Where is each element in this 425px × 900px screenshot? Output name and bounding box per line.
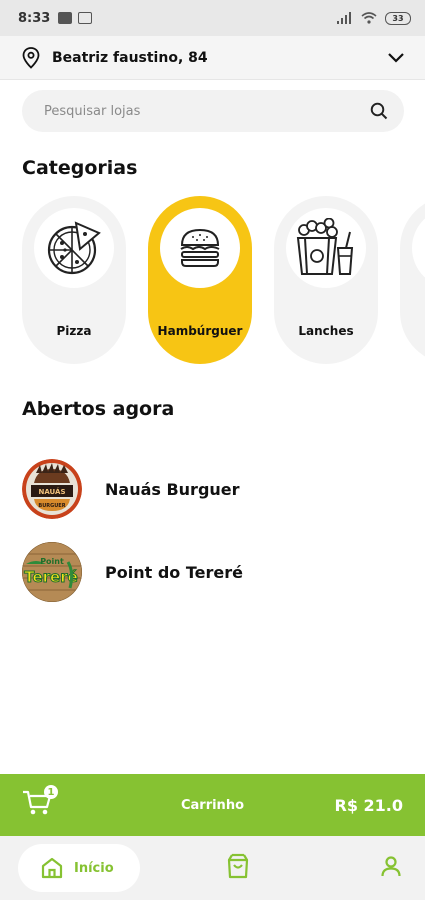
category-icon-circle: [412, 208, 425, 288]
search-icon[interactable]: [370, 102, 388, 120]
categories-list: Pizza Hambúrguer Lanches: [22, 196, 425, 364]
nav-home-tab[interactable]: Início: [18, 844, 140, 892]
category-label: Di: [409, 322, 425, 340]
category-pizza[interactable]: Pizza: [22, 196, 126, 364]
store-name: Nauás Burguer: [105, 479, 240, 499]
cart-total: R$ 21.0: [334, 795, 404, 815]
wifi-icon: [361, 12, 377, 24]
bottom-nav: Início: [0, 836, 425, 900]
location-pin-icon: [22, 46, 40, 69]
shopping-bag-icon: [227, 853, 249, 879]
category-icon-circle: [160, 208, 240, 288]
screen-icon: [78, 12, 93, 24]
burger-icon: [180, 228, 220, 267]
address-text: Beatriz faustino, 84: [52, 49, 208, 66]
nav-profile-tab[interactable]: [379, 854, 403, 882]
category-icon-circle: [34, 208, 114, 288]
search-input[interactable]: [44, 103, 370, 119]
store-item[interactable]: NAUÁS BURGUER Nauás Burguer: [22, 459, 240, 519]
battery-icon: 33: [385, 11, 411, 25]
category-partial[interactable]: Di: [400, 196, 425, 364]
open-now-title: Abertos agora: [22, 398, 175, 420]
user-icon: [381, 856, 401, 877]
cart-count-badge: 1: [44, 785, 58, 799]
status-system-icons: 33: [337, 11, 411, 25]
pizza-icon: [47, 221, 101, 275]
category-label: Pizza: [56, 324, 92, 338]
svg-text:NAUÁS: NAUÁS: [39, 487, 66, 496]
nav-orders-tab[interactable]: [226, 853, 250, 883]
status-bar: 8:33 33: [0, 0, 425, 36]
nauas-burguer-logo: NAUÁS BURGUER: [22, 459, 82, 519]
category-lanches[interactable]: Lanches: [274, 196, 378, 364]
point-do-terere-logo: Point Tereré: [22, 542, 82, 602]
address-bar[interactable]: Beatriz faustino, 84: [0, 36, 425, 80]
search-bar[interactable]: [22, 90, 404, 132]
categories-title: Categorias: [22, 157, 138, 179]
svg-text:BURGUER: BURGUER: [38, 503, 65, 509]
category-label: Hambúrguer: [157, 324, 243, 338]
status-notifications: [58, 12, 93, 24]
notification-icon: [58, 12, 73, 24]
nav-home-label: Início: [74, 860, 114, 876]
cart-button[interactable]: 1: [22, 785, 58, 821]
store-item[interactable]: Point Tereré Point do Tereré: [22, 542, 243, 602]
chevron-down-icon[interactable]: [387, 52, 405, 64]
category-hamburguer[interactable]: Hambúrguer: [148, 196, 252, 364]
status-time: 8:33: [18, 10, 51, 26]
category-icon-circle: [286, 208, 366, 288]
store-name: Point do Tereré: [105, 562, 243, 582]
cart-bar[interactable]: 1 Carrinho R$ 21.0: [0, 774, 425, 836]
popcorn-soda-icon: [296, 218, 354, 275]
signal-icon: [337, 12, 351, 24]
svg-text:Point: Point: [40, 557, 64, 566]
category-label: Lanches: [298, 324, 354, 338]
home-icon: [41, 857, 63, 879]
